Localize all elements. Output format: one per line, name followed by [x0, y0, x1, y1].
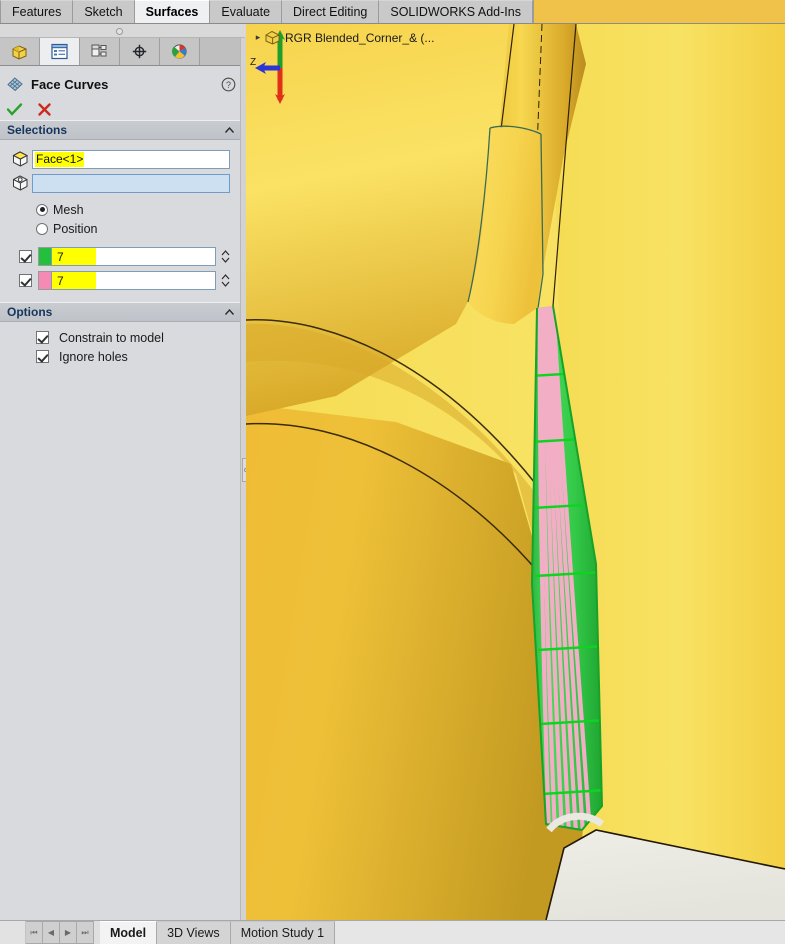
graphics-viewport[interactable]: Z ▸ RGR Blended_Corner_& (...	[246, 24, 785, 920]
face-selection-icon-wrap	[8, 150, 32, 168]
dimxpert-manager-icon-tab[interactable]	[120, 38, 160, 65]
model-render: Z	[246, 24, 785, 920]
bottom-tab-motion-study-1[interactable]: Motion Study 1	[231, 921, 335, 944]
vertex-selection-input[interactable]	[32, 174, 230, 193]
panel-top-splitter[interactable]	[0, 24, 245, 38]
chevron-up-icon[interactable]	[223, 124, 236, 137]
cmd-tab-features[interactable]: Features	[0, 0, 73, 23]
options-section-body: Constrain to model Ignore holes	[0, 322, 244, 374]
property-manager-icon	[50, 43, 69, 60]
green-curve-count-value: 7	[52, 248, 96, 265]
page-title: Face Curves	[31, 77, 221, 92]
property-manager-header: Face Curves ?	[0, 70, 244, 98]
command-manager-tabs: Features Sketch Surfaces Evaluate Direct…	[0, 0, 785, 24]
cmd-tab-direct-editing[interactable]: Direct Editing	[282, 0, 379, 23]
stepper-arrows-icon	[220, 273, 231, 288]
selections-section-label: Selections	[7, 123, 223, 137]
ignore-holes-checkbox[interactable]	[36, 350, 49, 363]
face-curves-icon	[6, 76, 24, 92]
bottom-bar-filler	[335, 921, 785, 944]
option-ignore-holes[interactable]: Ignore holes	[0, 347, 244, 366]
selections-section-body: Face<1> Mesh Position	[0, 140, 244, 302]
panel-tab-strip	[0, 38, 244, 66]
panel-collapse-handle-icon[interactable]	[116, 28, 123, 35]
mode-option-position[interactable]: Position	[0, 219, 244, 238]
nav-prev-button[interactable]: ◀	[43, 921, 60, 944]
mesh-radio-icon[interactable]	[36, 204, 48, 216]
cmd-tab-sketch[interactable]: Sketch	[73, 0, 134, 23]
pink-curve-count-stepper[interactable]	[218, 271, 233, 290]
green-curve-count-row: 7	[0, 246, 244, 267]
position-radio-label: Position	[53, 222, 97, 236]
feature-manager-tree-icon	[10, 43, 30, 61]
face-selection-icon	[11, 150, 30, 168]
chevron-up-icon[interactable]	[223, 306, 236, 319]
position-radio-icon[interactable]	[36, 223, 48, 235]
green-curve-checkbox[interactable]	[19, 250, 32, 263]
options-section-label: Options	[7, 305, 223, 319]
property-manager-actions	[0, 98, 244, 120]
face-selection-value: Face<1>	[35, 152, 84, 167]
face-selection-row: Face<1>	[0, 148, 244, 170]
pink-curve-count-input[interactable]: 7	[51, 271, 216, 290]
cmd-tab-surfaces[interactable]: Surfaces	[135, 0, 211, 23]
chevron-right-icon[interactable]: ▸	[252, 32, 264, 43]
svg-text:?: ?	[226, 80, 231, 90]
property-manager-icon-tab[interactable]	[40, 38, 80, 65]
help-icon[interactable]: ?	[221, 77, 236, 92]
configuration-manager-icon-tab[interactable]	[80, 38, 120, 65]
options-section-header[interactable]: Options	[0, 302, 244, 322]
cmd-tab-solidworks-add-ins[interactable]: SOLIDWORKS Add-Ins	[379, 0, 533, 23]
bottom-tab-bar: ⏮ ◀ ▶ ⏭ Model 3D Views Motion Study 1	[0, 920, 785, 944]
flyout-feature-tree[interactable]: ▸ RGR Blended_Corner_& (...	[252, 30, 434, 45]
cancel-button[interactable]	[37, 102, 52, 117]
green-curve-count-input[interactable]: 7	[51, 247, 216, 266]
feature-tree-part-label[interactable]: RGR Blended_Corner_& (...	[285, 31, 434, 45]
green-curve-count-stepper[interactable]	[218, 247, 233, 266]
constrain-to-model-checkbox[interactable]	[36, 331, 49, 344]
property-manager-panel: Face Curves ? Selections	[0, 38, 245, 920]
nav-last-button[interactable]: ⏭	[77, 921, 94, 944]
mode-option-mesh[interactable]: Mesh	[0, 200, 244, 219]
part-icon	[264, 30, 281, 45]
display-manager-icon-tab[interactable]	[160, 38, 200, 65]
configuration-manager-icon	[90, 43, 109, 60]
pink-curve-count-row: 7	[0, 270, 244, 291]
pink-curve-checkbox[interactable]	[19, 274, 32, 287]
pink-curve-count-value: 7	[52, 272, 96, 289]
bottom-tab-model[interactable]: Model	[100, 921, 157, 944]
option-constrain-to-model[interactable]: Constrain to model	[0, 328, 244, 347]
vertex-selection-row	[0, 172, 244, 194]
nav-next-button[interactable]: ▶	[60, 921, 77, 944]
triad-z-label: Z	[250, 57, 256, 68]
feature-manager-tree-icon-tab[interactable]	[0, 38, 40, 65]
constrain-to-model-label: Constrain to model	[59, 331, 164, 345]
dimxpert-manager-icon	[130, 43, 149, 60]
vertex-selection-icon	[11, 174, 30, 192]
display-manager-icon	[170, 43, 189, 60]
face-selection-input[interactable]: Face<1>	[32, 150, 230, 169]
selections-section-header[interactable]: Selections	[0, 120, 244, 140]
pink-color-swatch[interactable]	[38, 271, 51, 290]
cmd-tab-evaluate[interactable]: Evaluate	[210, 0, 282, 23]
ignore-holes-label: Ignore holes	[59, 350, 128, 364]
bottom-bar-left-pad	[0, 921, 26, 944]
ok-button[interactable]	[6, 102, 23, 117]
solidworks-window: Features Sketch Surfaces Evaluate Direct…	[0, 0, 785, 944]
command-manager-filler	[533, 0, 785, 23]
stepper-arrows-icon	[220, 249, 231, 264]
vertex-selection-icon-wrap	[8, 174, 32, 192]
nav-first-button[interactable]: ⏮	[26, 921, 43, 944]
bottom-tab-3d-views[interactable]: 3D Views	[157, 921, 231, 944]
green-color-swatch[interactable]	[38, 247, 51, 266]
mesh-radio-label: Mesh	[53, 203, 84, 217]
